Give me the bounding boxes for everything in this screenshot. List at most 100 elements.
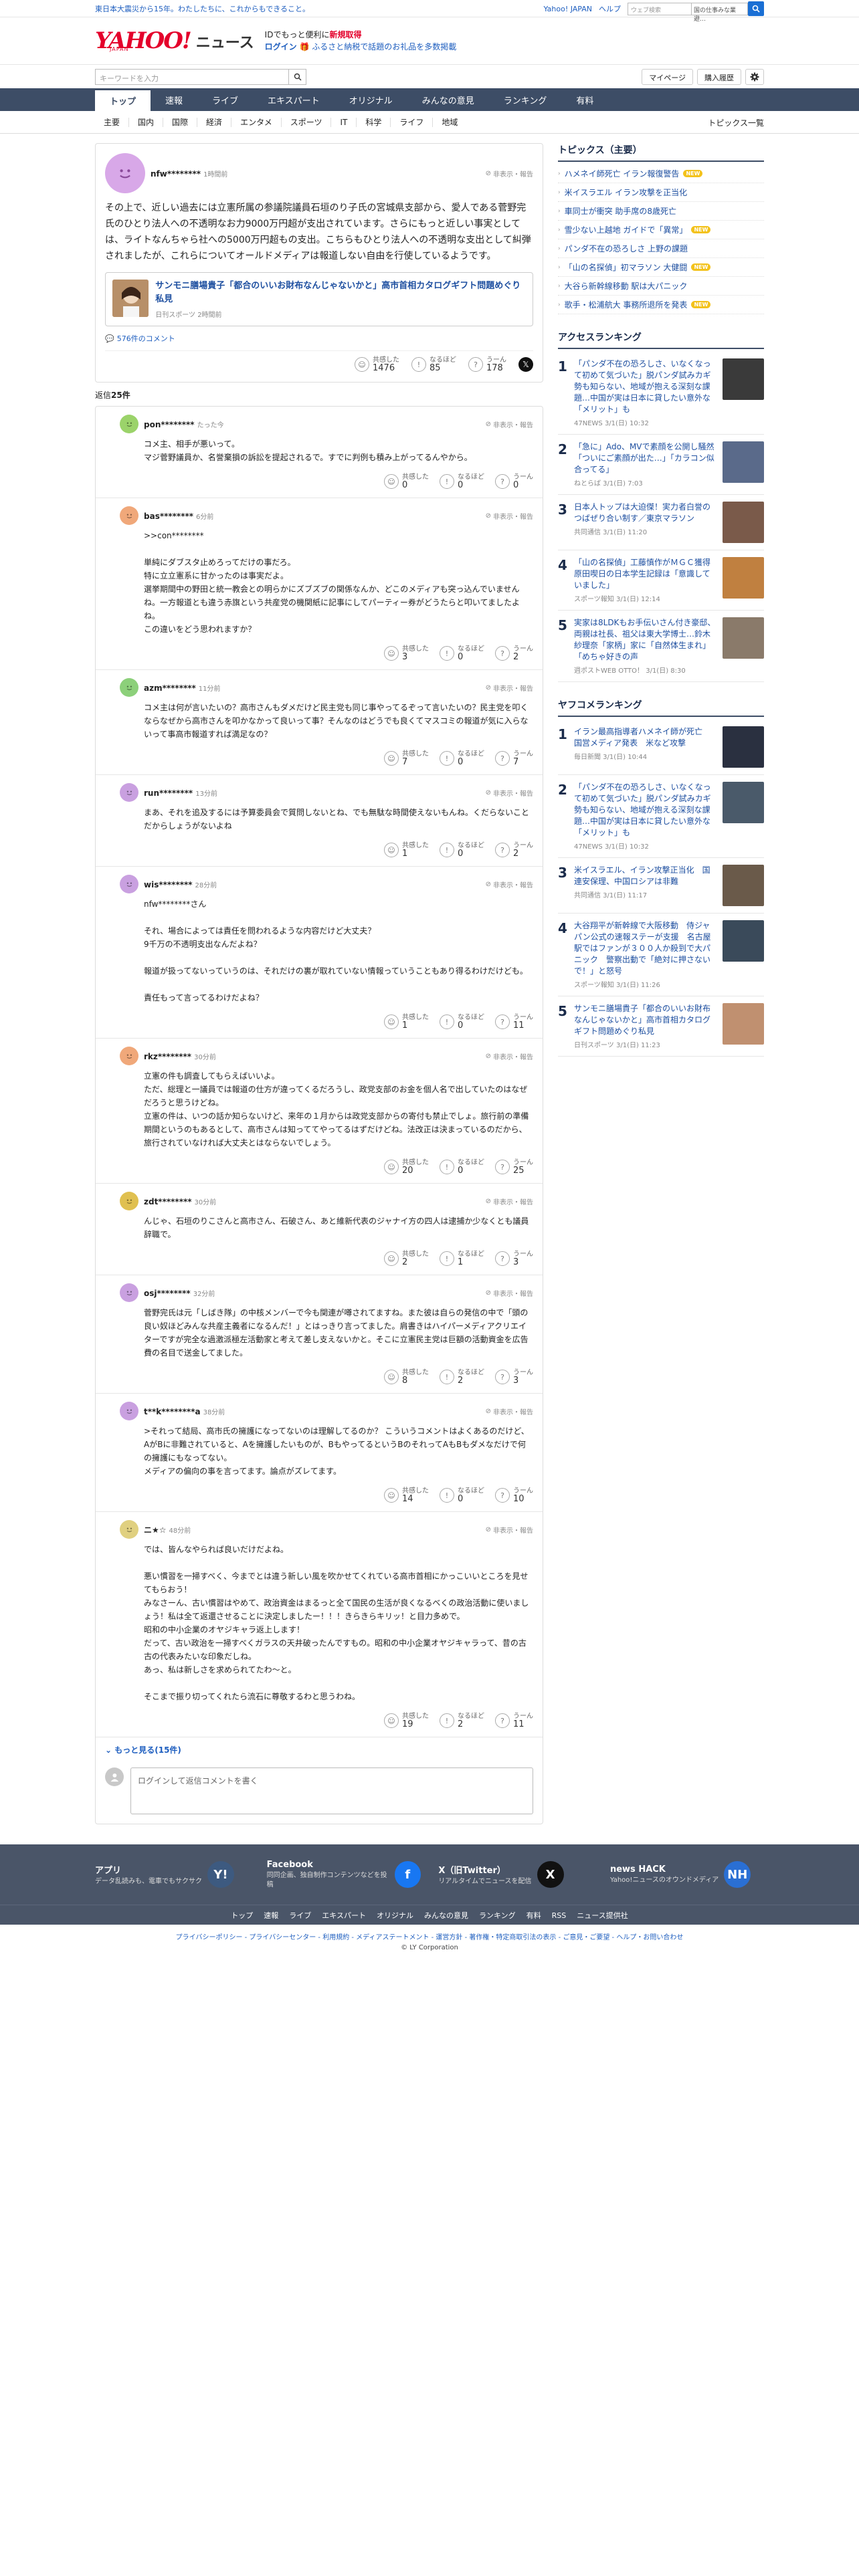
- earthquake-notice-link[interactable]: 東日本大震災から15年。わたしたちに、これからもできること。: [95, 3, 310, 14]
- ranking-item[interactable]: 1 イラン最高指導者ハメネイ師が死亡 国営メディア発表 米など攻撃 毎日新聞 3/1…: [558, 720, 764, 775]
- nav-ranking[interactable]: ランキング: [489, 88, 562, 111]
- nav-paid[interactable]: 有料: [561, 88, 608, 111]
- hide-report-button[interactable]: ⊘ 非表示・報告: [486, 1288, 533, 1298]
- reply-user[interactable]: osj******** 32分前: [144, 1288, 215, 1298]
- category-life[interactable]: ライフ: [391, 118, 434, 127]
- topic-item[interactable]: › 大谷ら新幹線移動 駅は大パニック: [558, 277, 764, 296]
- topic-item[interactable]: › 歌手・松浦航大 事務所退所を発表 NEW: [558, 296, 764, 314]
- footer-link[interactable]: トップ: [231, 1910, 253, 1921]
- news-search-input[interactable]: キーワードを入力: [95, 69, 289, 85]
- empathy-button[interactable]: ☺ 共感した 2: [384, 1251, 429, 1267]
- insight-button[interactable]: ! なるほど 2: [440, 1369, 484, 1385]
- empathy-button[interactable]: ☺ 共感した 3: [384, 645, 429, 661]
- category-it[interactable]: IT: [331, 118, 357, 127]
- reply-user[interactable]: pon******** たった今: [144, 419, 224, 429]
- footer-promo-item[interactable]: Facebook 同同企画、独自制作コンテンツなどを投稿 f: [267, 1860, 421, 1890]
- insight-button[interactable]: ! なるほど 0: [440, 750, 484, 766]
- nav-top[interactable]: トップ: [95, 88, 151, 111]
- hide-report-button[interactable]: ⊘ 非表示・報告: [486, 788, 533, 798]
- web-search-suggest[interactable]: 国の仕事みな業 避…: [692, 2, 748, 23]
- footer-link[interactable]: みんなの意見: [424, 1910, 468, 1921]
- hide-report-button[interactable]: ⊘ 非表示・報告: [486, 1525, 533, 1535]
- category-sports[interactable]: スポーツ: [282, 118, 332, 127]
- insight-button[interactable]: ! なるほど 0: [440, 1159, 484, 1175]
- reply-user[interactable]: azm******** 11分前: [144, 683, 221, 693]
- category-entertainment[interactable]: エンタメ: [231, 118, 282, 127]
- footer-link[interactable]: オリジナル: [377, 1910, 413, 1921]
- topic-item[interactable]: › 車同士が衝突 助手席の8歳死亡: [558, 202, 764, 221]
- ranking-item[interactable]: 4 大谷翔平が新幹線で大阪移動 侍ジャパン公式の速報ステーが支援 名古屋駅ではファ…: [558, 914, 764, 996]
- topic-item[interactable]: › ハメネイ師死亡 イラン報復警告 NEW: [558, 165, 764, 183]
- insight-button[interactable]: ! なるほど 1: [440, 1251, 484, 1267]
- hmm-button[interactable]: ? うーん 7: [495, 750, 533, 766]
- hide-report-button[interactable]: ⊘ 非表示・報告: [486, 1406, 533, 1416]
- footer-link[interactable]: 有料: [527, 1910, 541, 1921]
- empathy-button[interactable]: ☺ 共感した 8: [384, 1369, 429, 1385]
- yahoo-news-logo[interactable]: YAHOO! JAPAN ニュース: [95, 29, 254, 52]
- ranking-item[interactable]: 2 「パンダ不在の恐ろしさ、いなくなって初めて気づいた」脱パンダ試みカギ勢も知らな…: [558, 775, 764, 858]
- reply-user[interactable]: bas******** 6分前: [144, 511, 213, 521]
- empathy-button[interactable]: ☺ 共感した 1476: [355, 356, 399, 372]
- register-link[interactable]: 新規取得: [329, 30, 361, 39]
- footer-link[interactable]: ランキング: [479, 1910, 516, 1921]
- insight-button[interactable]: ! なるほど 0: [440, 842, 484, 858]
- hide-report-button[interactable]: ⊘ 非表示・報告: [486, 1196, 533, 1206]
- reply-user[interactable]: t**k********a 38分前: [144, 1406, 225, 1416]
- settings-button[interactable]: [745, 69, 764, 85]
- empathy-button[interactable]: ☺ 共感した 1: [384, 842, 429, 858]
- empathy-button[interactable]: ☺ 共感した 0: [384, 473, 429, 490]
- purchase-history-button[interactable]: 購入履歴: [697, 69, 741, 85]
- category-main[interactable]: 主要: [95, 118, 130, 127]
- topic-item[interactable]: › 雪少ない上越地 ガイドで「異常」 NEW: [558, 221, 764, 239]
- reply-user[interactable]: ニ★☆ 48分前: [144, 1524, 191, 1535]
- empathy-button[interactable]: ☺ 共感した 14: [384, 1487, 429, 1503]
- hmm-button[interactable]: ? うーん 11: [495, 1014, 533, 1030]
- hmm-button[interactable]: ? うーん 10: [495, 1487, 533, 1503]
- reply-user[interactable]: wis******** 28分前: [144, 879, 217, 889]
- category-domestic[interactable]: 国内: [129, 118, 164, 127]
- hmm-button[interactable]: ? うーん 3: [495, 1369, 533, 1385]
- comment-user[interactable]: nfw******** 1時間前: [151, 169, 227, 179]
- insight-button[interactable]: ! なるほど 0: [440, 645, 484, 661]
- hmm-button[interactable]: ? うーん 25: [495, 1159, 533, 1175]
- ranking-item[interactable]: 5 サンモニ膳場貴子「都合のいいお財布なんじゃないかと」高市首相カタログギフト問題…: [558, 996, 764, 1057]
- x-share-button[interactable]: 𝕏: [518, 357, 533, 372]
- hmm-button[interactable]: ? うーん 2: [495, 645, 533, 661]
- empathy-button[interactable]: ☺ 共感した 7: [384, 750, 429, 766]
- mypage-button[interactable]: マイページ: [642, 69, 693, 85]
- reply-user[interactable]: zdt******** 30分前: [144, 1196, 216, 1206]
- hmm-button[interactable]: ? うーん 11: [495, 1713, 533, 1729]
- footer-link[interactable]: ライブ: [289, 1910, 311, 1921]
- nav-expert[interactable]: エキスパート: [253, 88, 335, 111]
- hide-report-button[interactable]: ⊘ 非表示・報告: [486, 1051, 533, 1061]
- nav-breaking[interactable]: 速報: [151, 88, 197, 111]
- hide-report-button[interactable]: ⊘ 非表示・報告: [486, 879, 533, 889]
- footer-link[interactable]: 速報: [264, 1910, 278, 1921]
- furusato-link[interactable]: ふるさと納税で話題のお礼品を多数掲載: [312, 42, 456, 51]
- reply-user[interactable]: run******** 13分前: [144, 788, 217, 798]
- footer-promo-item[interactable]: アプリ データ乱読みも、電車でもサクサク Y!: [95, 1861, 249, 1888]
- web-search-button[interactable]: [748, 1, 764, 16]
- topics-list-link[interactable]: トピックス一覧: [708, 117, 764, 128]
- comment-count-link[interactable]: 💬 576件のコメント: [105, 330, 533, 351]
- nav-live[interactable]: ライブ: [197, 88, 253, 111]
- help-link[interactable]: ヘルプ: [599, 3, 621, 14]
- ranking-item[interactable]: 5 実家は8LDKもお手伝いさん付き豪邸、両親は社長、祖父は東大学博士…鈴木紗理奈…: [558, 611, 764, 682]
- news-search-button[interactable]: [289, 69, 306, 85]
- legal-links[interactable]: プライバシーポリシー - プライバシーセンター - 利用規約 - メディアステー…: [0, 1925, 859, 1941]
- footer-promo-item[interactable]: news HACK Yahoo!ニュースのオウンドメディア NH: [610, 1861, 764, 1888]
- hide-report-button[interactable]: ⊘ 非表示・報告: [486, 169, 533, 179]
- footer-link[interactable]: ニュース提供社: [577, 1910, 628, 1921]
- hide-report-button[interactable]: ⊘ 非表示・報告: [486, 419, 533, 429]
- category-world[interactable]: 国際: [163, 118, 198, 127]
- footer-promo-item[interactable]: X（旧Twitter） リアルタイムでニュースを配信 X: [438, 1861, 592, 1888]
- reply-input[interactable]: ログインして返信コメントを書く: [130, 1767, 533, 1814]
- web-search-input[interactable]: ウェブ検索: [628, 2, 692, 15]
- hmm-button[interactable]: ? うーん 2: [495, 842, 533, 858]
- ranking-item[interactable]: 1 「パンダ不在の恐ろしさ、いなくなって初めて気づいた」脱パンダ試みカギ勢も知らな…: [558, 352, 764, 435]
- nav-original[interactable]: オリジナル: [335, 88, 407, 111]
- empathy-button[interactable]: ☺ 共感した 1: [384, 1014, 429, 1030]
- hide-report-button[interactable]: ⊘ 非表示・報告: [486, 511, 533, 521]
- insight-button[interactable]: ! なるほど 0: [440, 1014, 484, 1030]
- empathy-button[interactable]: ☺ 共感した 19: [384, 1713, 429, 1729]
